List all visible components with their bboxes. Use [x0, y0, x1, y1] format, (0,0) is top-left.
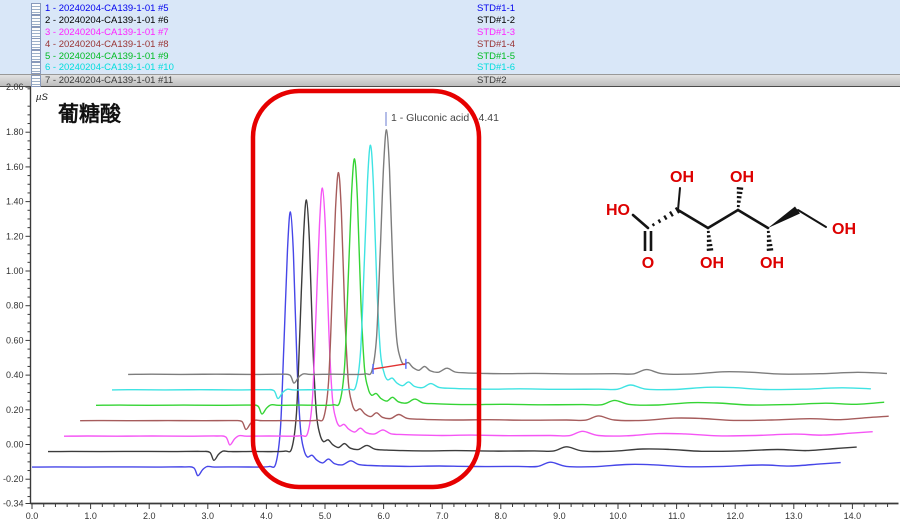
plot-title: 葡糖酸 — [57, 102, 122, 126]
svg-text:10.0: 10.0 — [609, 511, 627, 521]
svg-text:0.0: 0.0 — [26, 511, 39, 521]
svg-text:1.80: 1.80 — [6, 127, 24, 137]
svg-text:3.0: 3.0 — [202, 511, 215, 521]
atom-label: OH — [832, 221, 856, 238]
svg-text:1.0: 1.0 — [84, 511, 97, 521]
svg-text:-0.34: -0.34 — [3, 499, 24, 509]
chromatography-window: 1 - 20240204-CA139-1-01 #5STD#1-12 - 202… — [0, 0, 900, 532]
svg-text:1.00: 1.00 — [6, 266, 24, 276]
atom-label: OH — [760, 255, 784, 272]
svg-text:0.20: 0.20 — [6, 405, 24, 415]
svg-text:5.0: 5.0 — [319, 511, 332, 521]
svg-text:2.06: 2.06 — [6, 82, 24, 92]
svg-text:7.0: 7.0 — [436, 511, 449, 521]
trace-STD#1-4[interactable] — [80, 173, 889, 430]
atom-label: OH — [670, 169, 694, 186]
trace-STD#1-6[interactable] — [112, 145, 871, 398]
svg-text:1.60: 1.60 — [6, 162, 24, 172]
atom-label: O — [642, 255, 654, 272]
svg-text:11.0: 11.0 — [668, 511, 685, 521]
svg-text:8.0: 8.0 — [495, 511, 508, 521]
atom-label: OH — [730, 169, 754, 186]
svg-text:12.0: 12.0 — [726, 511, 744, 521]
atom-label: HO — [606, 202, 630, 219]
y-axis-unit: µS — [36, 92, 48, 103]
svg-text:0.80: 0.80 — [6, 301, 24, 311]
red-annotation-box — [253, 91, 479, 487]
peak-label: 1 - Gluconic acid - 4.41 — [391, 112, 499, 124]
svg-text:1.20: 1.20 — [6, 231, 24, 241]
trace-STD#1-5[interactable] — [96, 159, 884, 414]
chromatogram-traces — [32, 130, 889, 476]
svg-text:0.60: 0.60 — [6, 335, 24, 345]
svg-text:0.00: 0.00 — [6, 440, 24, 450]
svg-text:0.40: 0.40 — [6, 370, 24, 380]
svg-text:2.0: 2.0 — [143, 511, 156, 521]
svg-text:6.0: 6.0 — [377, 511, 390, 521]
svg-text:-0.20: -0.20 — [3, 474, 24, 484]
svg-text:9.0: 9.0 — [553, 511, 566, 521]
gluconic-acid-structure: HO O OH OH OH OH OH — [606, 169, 856, 272]
chromatogram-plot: -0.20 0.00 0.20 0.40 0.60 0.80 1.00 1.20 1.40 1.6… — [0, 0, 900, 532]
trace-STD#1-3[interactable] — [64, 188, 873, 445]
atom-label: OH — [700, 255, 724, 272]
plot-axes: -0.20 0.00 0.20 0.40 0.60 0.80 1.00 1.20 1.40 1.6… — [3, 82, 899, 521]
svg-text:14.0: 14.0 — [844, 511, 862, 521]
svg-text:4.0: 4.0 — [260, 511, 273, 521]
svg-text:1.40: 1.40 — [6, 197, 24, 207]
svg-text:13.0: 13.0 — [785, 511, 803, 521]
